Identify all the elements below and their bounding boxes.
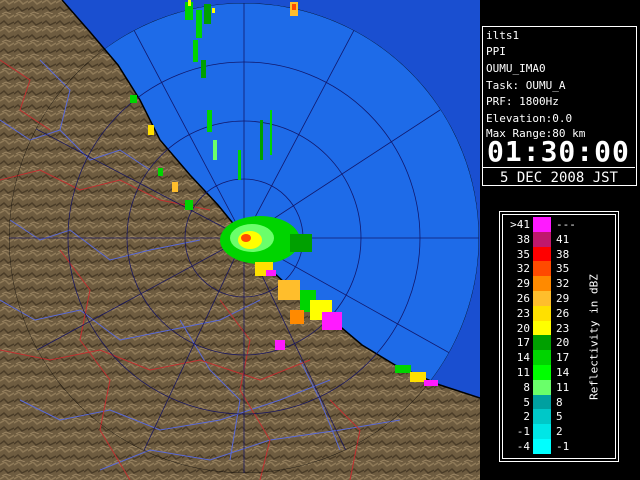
legend-swatch: [533, 320, 551, 336]
radar-ppi-display[interactable]: [0, 0, 480, 480]
legend-bin-high: ---: [556, 218, 576, 231]
legend-bin-low: 32: [516, 262, 530, 276]
side-panel: ilts1 PPI OUMU_IMA0 Task: OUMU_A PRF: 18…: [480, 0, 640, 480]
legend-bin-low: -4: [516, 440, 530, 453]
legend-bin-high: 2: [556, 425, 563, 439]
legend-bin-high: 11: [556, 380, 570, 394]
legend-swatch: [533, 261, 551, 277]
scan-date: 5 DEC 2008 JST: [483, 167, 635, 188]
legend-bin-low: -1: [516, 425, 530, 439]
radar-name: ilts1: [486, 29, 520, 42]
legend-bin-high: 20: [556, 336, 570, 350]
legend-swatch: [533, 231, 551, 247]
legend-bin-low: 8: [523, 380, 530, 394]
scan-info-box: ilts1 PPI OUMU_IMA0 Task: OUMU_A PRF: 18…: [482, 26, 637, 186]
legend-bin-low: >41: [510, 218, 530, 231]
elevation-value: Elevation:0.0: [486, 112, 573, 125]
legend-bin-high: 35: [556, 262, 570, 276]
legend-bin-low: 17: [516, 336, 530, 350]
legend-bin-low: 35: [516, 247, 530, 261]
legend-unit-text: Reflectivity in dBZ: [587, 274, 601, 400]
scan-time: 01:30:00: [487, 135, 630, 168]
legend-bin-high: -1: [556, 440, 570, 453]
legend-bin-high: 5: [556, 410, 563, 424]
legend-bin-low: 14: [516, 351, 530, 365]
site-name: OUMU_IMA0: [486, 62, 546, 75]
legend-swatch: [533, 276, 551, 292]
legend-bin-low: 20: [516, 321, 530, 335]
legend-swatch: [533, 379, 551, 395]
legend-bin-low: 26: [516, 292, 530, 305]
legend-bin-low: 29: [516, 277, 530, 291]
legend-unit-label: Reflectivity in dBZ: [584, 232, 604, 442]
legend-bin-high: 29: [556, 292, 570, 305]
legend-bin-low: 5: [523, 395, 530, 409]
legend-swatch: [533, 439, 551, 454]
legend-bin-high: 8: [556, 395, 563, 409]
legend-swatch: [533, 335, 551, 351]
legend-swatch: [533, 365, 551, 380]
task-name: Task: OUMU_A: [486, 79, 566, 92]
legend-swatch: [533, 394, 551, 410]
legend-bin-high: 14: [556, 366, 570, 379]
legend-swatch: [533, 291, 551, 306]
legend-swatch: [533, 350, 551, 366]
radar-map: [0, 0, 480, 480]
legend-bin-high: 32: [556, 277, 570, 291]
prf-value: PRF: 1800Hz: [486, 95, 559, 108]
reflectivity-legend: >41 --- 38 41 35 38 32 35 29 32 26 29 23 26 20 23 17 20 14…: [499, 211, 619, 462]
legend-swatch: [533, 217, 551, 232]
legend-bin-low: 2: [523, 410, 530, 424]
legend-bin-high: 23: [556, 321, 570, 335]
legend-swatch: [533, 424, 551, 440]
legend-bin-high: 17: [556, 351, 570, 365]
legend-bin-low: 11: [516, 366, 530, 379]
legend-bin-high: 38: [556, 247, 570, 261]
legend-bin-high: 26: [556, 306, 570, 320]
legend-bin-low: 23: [516, 306, 530, 320]
legend-swatch: [533, 246, 551, 262]
legend-bin-low: 38: [516, 232, 530, 246]
scan-type: PPI: [486, 45, 506, 58]
legend-swatch: [533, 305, 551, 321]
legend-bin-high: 41: [556, 232, 570, 246]
legend-swatch: [533, 409, 551, 425]
